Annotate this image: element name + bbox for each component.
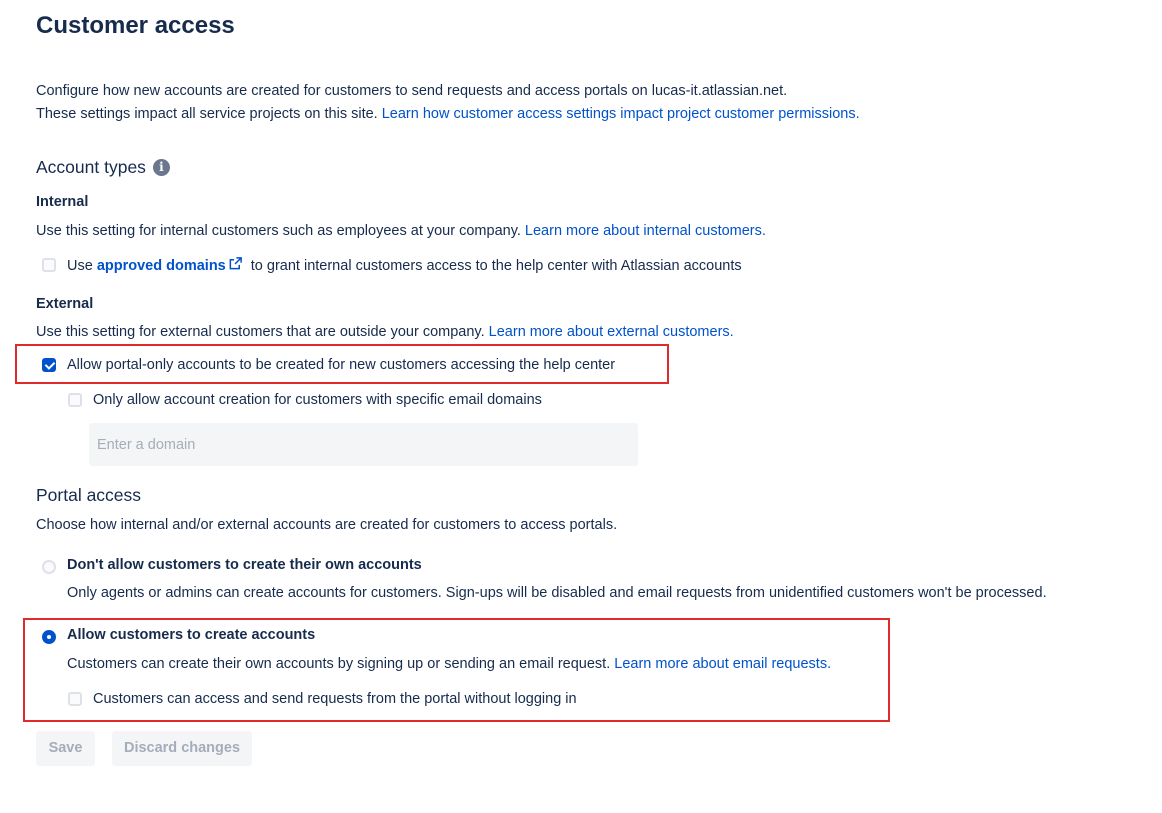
- internal-heading: Internal: [36, 194, 89, 210]
- description-line-2: These settings impact all service projec…: [36, 103, 860, 126]
- dont-allow-description: Only agents or admins can create account…: [67, 585, 1047, 601]
- email-requests-link[interactable]: Learn more about email requests.: [614, 656, 831, 672]
- customer-permissions-link[interactable]: Learn how customer access settings impac…: [382, 106, 860, 122]
- specific-domains-checkbox[interactable]: [68, 393, 82, 407]
- info-icon[interactable]: i: [152, 159, 170, 176]
- account-types-heading-text: Account types: [36, 157, 146, 177]
- external-description-text: Use this setting for external customers …: [36, 324, 489, 340]
- description-line-1: Configure how new accounts are created f…: [36, 83, 788, 99]
- external-heading: External: [36, 296, 94, 312]
- domain-input[interactable]: [89, 423, 638, 466]
- approved-domains-checkbox[interactable]: [42, 258, 56, 272]
- page-description: Configure how new accounts are created f…: [36, 80, 860, 126]
- approved-domains-label-after: to grant internal customers access to th…: [246, 258, 742, 274]
- approved-domains-link[interactable]: approved domains: [97, 258, 226, 274]
- portal-only-accounts-checkbox[interactable]: [42, 358, 56, 372]
- no-login-label: Customers can access and send requests f…: [93, 691, 577, 707]
- no-login-checkbox[interactable]: [68, 692, 82, 706]
- portal-access-heading: Portal access: [36, 485, 142, 505]
- portal-access-description: Choose how internal and/or external acco…: [36, 517, 618, 533]
- discard-changes-button[interactable]: Discard changes: [112, 731, 252, 766]
- external-customers-link[interactable]: Learn more about external customers.: [489, 324, 734, 340]
- allow-create-label: Allow customers to create accounts: [67, 627, 316, 643]
- dont-allow-label: Don't allow customers to create their ow…: [67, 557, 422, 573]
- account-types-heading: Account types i: [36, 157, 170, 178]
- specific-domains-label: Only allow account creation for customer…: [93, 392, 542, 408]
- internal-description: Use this setting for internal customers …: [36, 223, 766, 239]
- external-description: Use this setting for external customers …: [36, 324, 734, 340]
- allow-create-description: Customers can create their own accounts …: [67, 656, 831, 672]
- approved-domains-label: Use approved domains to grant internal c…: [67, 256, 742, 274]
- external-link-icon[interactable]: [228, 256, 243, 271]
- dont-allow-radio[interactable]: [42, 560, 56, 574]
- page-title: Customer access: [36, 12, 235, 39]
- internal-description-text: Use this setting for internal customers …: [36, 223, 525, 239]
- allow-create-description-text: Customers can create their own accounts …: [67, 656, 615, 672]
- description-line-2-text: These settings impact all service projec…: [36, 106, 382, 122]
- approved-domains-label-before: Use: [67, 258, 97, 274]
- save-button[interactable]: Save: [36, 731, 95, 766]
- internal-customers-link[interactable]: Learn more about internal customers.: [525, 223, 766, 239]
- portal-only-accounts-label: Allow portal-only accounts to be created…: [67, 357, 616, 373]
- allow-create-radio[interactable]: [42, 630, 56, 644]
